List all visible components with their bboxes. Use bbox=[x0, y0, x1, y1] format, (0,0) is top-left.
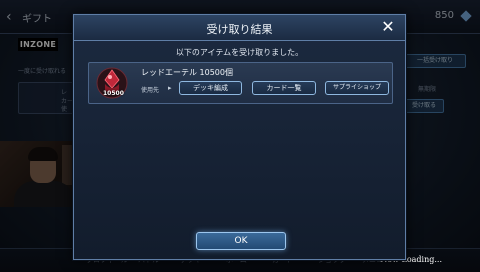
received-item-panel: 10500 レッドエーテル 10500個 使用先 ▸ デッキ編成 カード一覧 サ… bbox=[88, 62, 393, 104]
receive-result-dialog: 受け取り結果 ✕ 以下のアイテムを受け取りました。 10500 レッドエーテル … bbox=[73, 14, 406, 260]
close-icon[interactable]: ✕ bbox=[379, 18, 397, 36]
dialog-title: 受け取り結果 bbox=[206, 23, 273, 36]
deck-edit-button[interactable]: デッキ編成 bbox=[179, 81, 242, 95]
chevron-right-icon: ▸ bbox=[168, 84, 172, 92]
dialog-header: 受け取り結果 ✕ bbox=[74, 15, 405, 41]
item-quantity-badge: 10500 bbox=[103, 90, 124, 97]
card-list-button[interactable]: カード一覧 bbox=[252, 81, 316, 95]
item-name: レッドエーテル 10500個 bbox=[141, 68, 233, 77]
use-label: 使用先 bbox=[141, 87, 160, 94]
supply-shop-button[interactable]: サプライショップ bbox=[325, 81, 389, 95]
ok-button[interactable]: OK bbox=[196, 232, 286, 250]
dialog-subtitle: 以下のアイテムを受け取りました。 bbox=[175, 48, 304, 57]
